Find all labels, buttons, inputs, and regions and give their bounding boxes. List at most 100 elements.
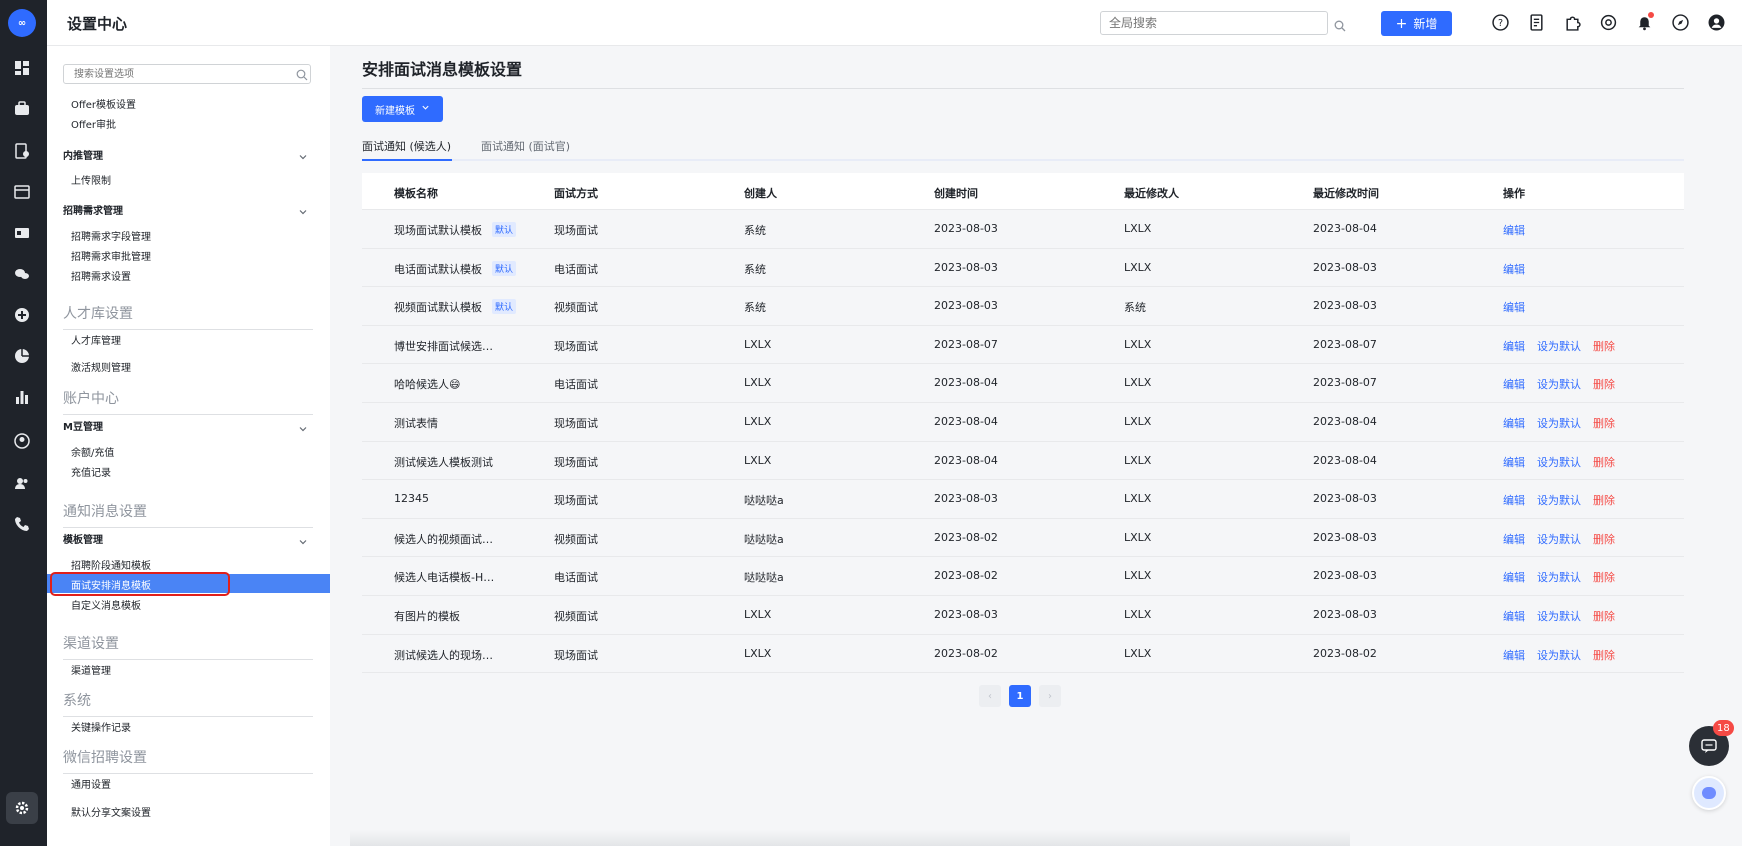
set-default-link[interactable]: 设为默认 — [1537, 494, 1581, 507]
modifier-cell: 系统 — [1124, 299, 1146, 315]
assistant-bot-icon[interactable] — [1692, 776, 1726, 810]
delete-link[interactable]: 删除 — [1593, 610, 1615, 623]
calendar-icon[interactable] — [13, 183, 31, 201]
set-default-link[interactable]: 设为默认 — [1537, 340, 1581, 353]
chevron-down-icon[interactable] — [298, 532, 308, 545]
set-default-link[interactable]: 设为默认 — [1537, 649, 1581, 662]
prev-page-button[interactable]: ‹ — [979, 685, 1001, 707]
delete-link[interactable]: 删除 — [1593, 378, 1615, 391]
delete-link[interactable]: 删除 — [1593, 340, 1615, 353]
app-logo-icon[interactable]: ∞ — [8, 9, 36, 37]
tab-interviewer-notice[interactable]: 面试通知 (面试官) — [481, 138, 570, 154]
edit-link[interactable]: 编辑 — [1503, 224, 1525, 237]
modifier-cell-text: LXLX — [1124, 492, 1152, 506]
sidebar-item-balance[interactable]: 余额/充值 — [71, 444, 114, 459]
tab-candidate-notice[interactable]: 面试通知 (候选人) — [362, 138, 451, 154]
sidebar-item-upload-limit[interactable]: 上传限制 — [71, 172, 111, 187]
delete-link[interactable]: 删除 — [1593, 494, 1615, 507]
delete-link[interactable]: 删除 — [1593, 417, 1615, 430]
sidebar-item-channel-mgmt[interactable]: 渠道管理 — [71, 662, 111, 677]
sidebar-item-recharge-records[interactable]: 充值记录 — [71, 464, 111, 479]
delete-link[interactable]: 删除 — [1593, 456, 1615, 469]
wechat-icon[interactable] — [13, 265, 31, 283]
sidebar-group-demand[interactable]: 招聘需求管理 — [63, 202, 123, 217]
team-icon[interactable] — [13, 474, 31, 492]
modifier-cell: LXLX — [1124, 608, 1151, 621]
edit-link[interactable]: 编辑 — [1503, 649, 1525, 662]
edit-link[interactable]: 编辑 — [1503, 571, 1525, 584]
main-content: 安排面试消息模板设置 新建模板 面试通知 (候选人) 面试通知 (面试官) 模板… — [330, 46, 1742, 846]
contact-icon[interactable] — [13, 432, 31, 450]
new-template-button[interactable]: 新建模板 — [362, 96, 443, 122]
briefcase-icon[interactable] — [13, 100, 31, 118]
search-icon[interactable] — [296, 66, 308, 81]
modified-time-cell-text: 2023-08-03 — [1313, 299, 1377, 313]
sidebar-section-channel: 渠道设置 — [63, 633, 313, 660]
id-card-icon[interactable] — [13, 224, 31, 242]
edit-link[interactable]: 编辑 — [1503, 378, 1525, 391]
edit-link[interactable]: 编辑 — [1503, 456, 1525, 469]
sidebar-item-offer-approval[interactable]: Offer审批 — [71, 116, 116, 131]
dashboard-icon[interactable] — [13, 59, 31, 77]
phone-icon[interactable] — [13, 515, 31, 533]
app-root: ∞ 设置中心 + 新增 ? Offer模板设置 Offer审批 内推管理 — [0, 0, 1742, 846]
global-search-input[interactable] — [1100, 11, 1328, 35]
set-default-link[interactable]: 设为默认 — [1537, 417, 1581, 430]
sidebar-item-offer-template[interactable]: Offer模板设置 — [71, 96, 136, 111]
puzzle-icon[interactable] — [1563, 13, 1581, 31]
edit-link[interactable]: 编辑 — [1503, 263, 1525, 276]
modifier-cell-text: LXLX — [1124, 260, 1152, 274]
search-icon[interactable] — [1334, 17, 1346, 32]
sidebar-item-demand-settings[interactable]: 招聘需求设置 — [71, 268, 131, 283]
template-name-cell-text: 候选人的视频面试… — [394, 532, 493, 546]
sidebar-group-mbean[interactable]: M豆管理 — [63, 418, 103, 433]
doc-icon[interactable] — [1527, 13, 1545, 31]
set-default-link[interactable]: 设为默认 — [1537, 456, 1581, 469]
help-icon[interactable]: ? — [1491, 13, 1509, 31]
sidebar-item-activation-rules[interactable]: 激活规则管理 — [71, 359, 131, 374]
edit-link[interactable]: 编辑 — [1503, 610, 1525, 623]
set-default-link[interactable]: 设为默认 — [1537, 610, 1581, 623]
actions-cell: 编辑 设为默认 删除 — [1503, 608, 1615, 624]
edit-link[interactable]: 编辑 — [1503, 417, 1525, 430]
settings-gear-icon[interactable] — [6, 792, 38, 824]
sidebar-item-talent-mgmt[interactable]: 人才库管理 — [71, 332, 121, 347]
next-page-button[interactable]: › — [1039, 685, 1061, 707]
delete-link[interactable]: 删除 — [1593, 649, 1615, 662]
set-default-link[interactable]: 设为默认 — [1537, 533, 1581, 546]
chevron-down-icon[interactable] — [298, 419, 308, 432]
bell-icon[interactable] — [1635, 12, 1654, 31]
page-button-current[interactable]: 1 — [1009, 685, 1031, 707]
sidebar-item-key-ops[interactable]: 关键操作记录 — [71, 719, 131, 734]
bar-chart-icon[interactable] — [13, 388, 31, 406]
sidebar-item-custom-template[interactable]: 自定义消息模板 — [71, 597, 141, 612]
edit-link[interactable]: 编辑 — [1503, 301, 1525, 314]
compass-icon[interactable] — [1671, 13, 1689, 31]
sidebar-item-stage-template[interactable]: 招聘阶段通知模板 — [71, 557, 151, 572]
edit-link[interactable]: 编辑 — [1503, 494, 1525, 507]
chevron-down-icon[interactable] — [298, 147, 308, 160]
delete-link[interactable]: 删除 — [1593, 533, 1615, 546]
edit-link[interactable]: 编辑 — [1503, 533, 1525, 546]
sidebar-item-demand-approval[interactable]: 招聘需求审批管理 — [71, 248, 151, 263]
set-default-link[interactable]: 设为默认 — [1537, 378, 1581, 391]
new-button[interactable]: + 新增 — [1381, 11, 1452, 36]
sidebar-item-general[interactable]: 通用设置 — [71, 776, 111, 791]
created-time-cell-text: 2023-08-03 — [934, 299, 998, 313]
user-avatar-icon[interactable] — [1707, 13, 1725, 31]
interview-method-cell: 现场面试 — [554, 492, 598, 508]
sidebar-item-share-copy[interactable]: 默认分享文案设置 — [71, 804, 151, 819]
pie-chart-icon[interactable] — [13, 347, 31, 365]
sidebar-group-template[interactable]: 模板管理 — [63, 531, 103, 546]
resume-icon[interactable] — [13, 142, 31, 160]
sidebar-group-referral[interactable]: 内推管理 — [63, 147, 103, 162]
delete-link[interactable]: 删除 — [1593, 571, 1615, 584]
chevron-down-icon[interactable] — [298, 202, 308, 215]
plus-circle-icon[interactable] — [13, 306, 31, 324]
edit-link[interactable]: 编辑 — [1503, 340, 1525, 353]
set-default-link[interactable]: 设为默认 — [1537, 571, 1581, 584]
settings-search-input[interactable] — [63, 64, 311, 84]
modified-time-cell: 2023-08-03 — [1313, 569, 1377, 582]
support-icon[interactable] — [1599, 13, 1617, 31]
sidebar-item-demand-fields[interactable]: 招聘需求字段管理 — [71, 228, 151, 243]
